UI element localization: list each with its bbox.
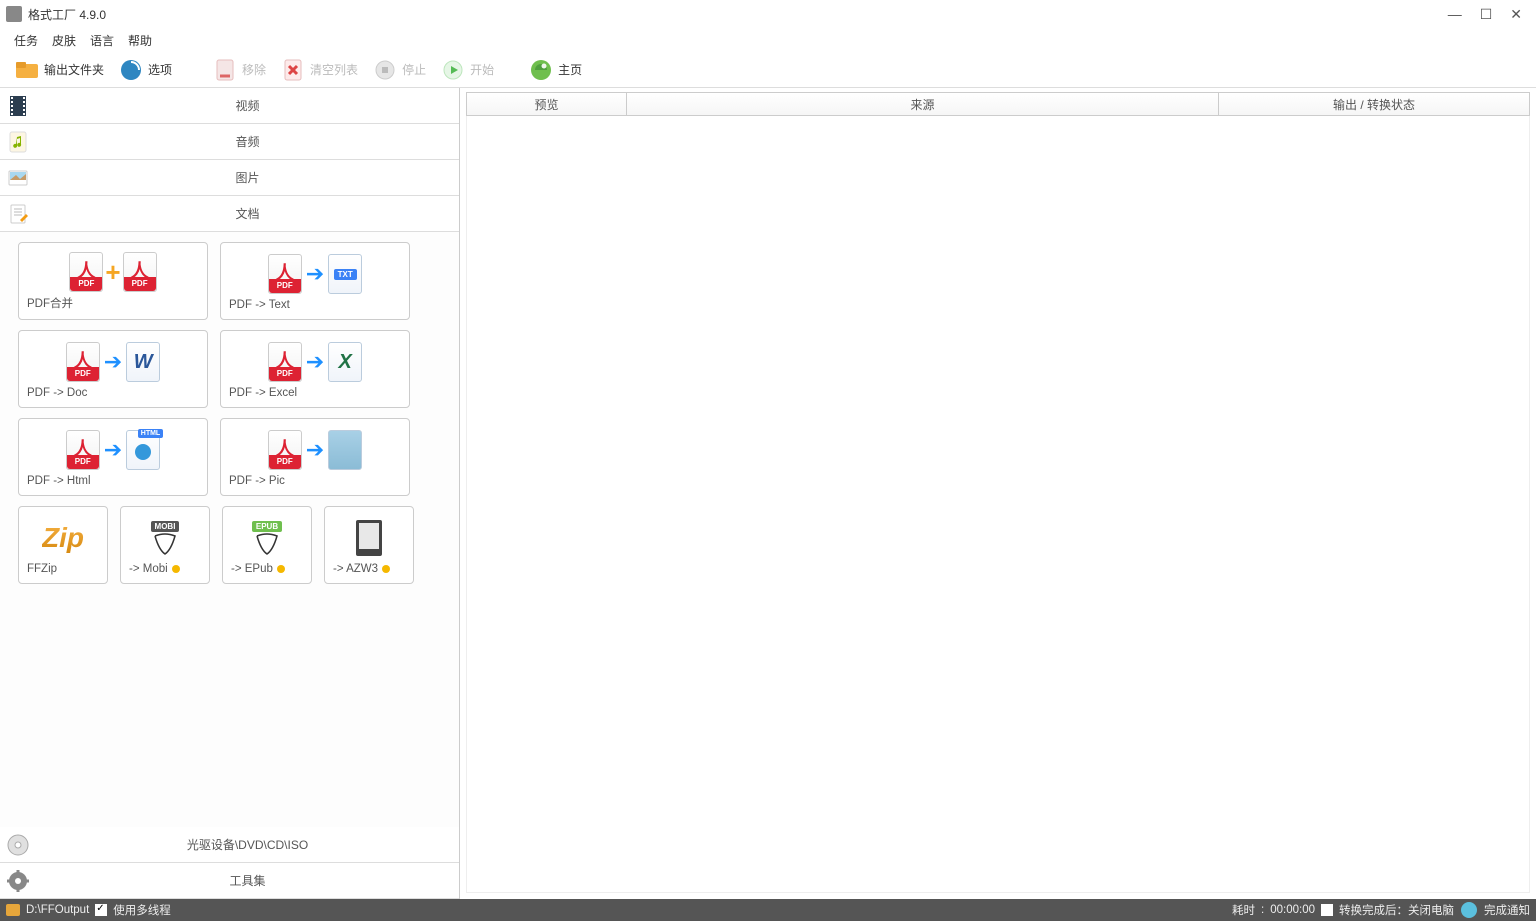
- tile-pdf-text-label: PDF -> Text: [229, 297, 401, 311]
- toolbar-stop-label: 停止: [402, 61, 426, 78]
- task-list-area[interactable]: [466, 116, 1530, 893]
- category-video-label: 视频: [36, 97, 459, 114]
- after-convert-label: 转换完成后：关闭电脑: [1339, 902, 1454, 918]
- toolbar-start[interactable]: 开始: [436, 55, 498, 85]
- minimize-button[interactable]: —: [1448, 6, 1462, 23]
- document-tools-grid: 人 + 人 PDF合并 人 ➔ TXT PDF -> Text: [0, 232, 459, 827]
- category-audio[interactable]: 音频: [0, 124, 459, 160]
- toolbar-home-label: 主页: [558, 61, 582, 78]
- close-button[interactable]: ✕: [1510, 6, 1522, 23]
- multithread-checkbox[interactable]: [95, 904, 107, 916]
- category-rom[interactable]: 光驱设备\DVD\CD\ISO: [0, 827, 459, 863]
- toolbar-clear-label: 清空列表: [310, 61, 358, 78]
- toolbar-options[interactable]: 选项: [114, 55, 176, 85]
- statusbar: D:\FFOutput 使用多线程 耗时 : 00:00:00 转换完成后：关闭…: [0, 899, 1536, 921]
- category-document-label: 文档: [36, 205, 459, 222]
- clear-icon: [280, 57, 306, 83]
- tile-ffzip-label: FFZip: [27, 561, 99, 575]
- tile-pdf-merge-label: PDF合并: [27, 293, 199, 311]
- category-picture-label: 图片: [36, 169, 459, 186]
- tile-pdf-pic[interactable]: 人 ➔ PDF -> Pic: [220, 418, 410, 496]
- dot-indicator-icon: [172, 565, 180, 573]
- menubar: 任务 皮肤 语言 帮助: [0, 28, 1536, 52]
- toolbar-output-folder[interactable]: 输出文件夹: [10, 55, 108, 85]
- picture-icon: [0, 160, 36, 196]
- column-status[interactable]: 输出 / 转换状态: [1219, 93, 1529, 115]
- app-icon: [6, 6, 22, 22]
- notify-label: 完成通知: [1484, 902, 1530, 918]
- tile-epub[interactable]: EPUB -> EPub: [222, 506, 312, 584]
- home-icon: [528, 57, 554, 83]
- category-picture[interactable]: 图片: [0, 160, 459, 196]
- tile-pdf-merge[interactable]: 人 + 人 PDF合并: [18, 242, 208, 320]
- menu-task[interactable]: 任务: [14, 32, 38, 49]
- tile-mobi-label: -> Mobi: [129, 563, 168, 575]
- category-tools-label: 工具集: [36, 872, 459, 889]
- options-icon: [118, 57, 144, 83]
- tile-pdf-pic-label: PDF -> Pic: [229, 473, 401, 487]
- menu-language[interactable]: 语言: [90, 32, 114, 49]
- tile-pdf-html[interactable]: 人 ➔ HTML PDF -> Html: [18, 418, 208, 496]
- tile-mobi[interactable]: MOBI -> Mobi: [120, 506, 210, 584]
- document-icon: [0, 196, 36, 232]
- window-title: 格式工厂 4.9.0: [28, 6, 106, 23]
- tile-pdf-excel[interactable]: 人 ➔ X PDF -> Excel: [220, 330, 410, 408]
- elapsed-label: 耗时: [1232, 902, 1255, 918]
- toolbar-remove-label: 移除: [242, 61, 266, 78]
- category-tools[interactable]: 工具集: [0, 863, 459, 899]
- right-panel: 预览 来源 输出 / 转换状态: [460, 88, 1536, 899]
- notify-icon[interactable]: [1460, 901, 1478, 919]
- toolbar-output-folder-label: 输出文件夹: [44, 61, 104, 78]
- category-video[interactable]: 视频: [0, 88, 459, 124]
- task-list-header: 预览 来源 输出 / 转换状态: [466, 92, 1530, 116]
- toolbar-remove[interactable]: 移除: [208, 55, 270, 85]
- category-document[interactable]: 文档: [0, 196, 459, 232]
- film-icon: [0, 88, 36, 124]
- output-folder-icon[interactable]: [6, 904, 20, 916]
- maximize-button[interactable]: ☐: [1480, 6, 1493, 23]
- toolbar: 输出文件夹 选项 移除 清空列表 停止 开始 主页: [0, 52, 1536, 88]
- tile-pdf-doc-label: PDF -> Doc: [27, 385, 199, 399]
- start-icon: [440, 57, 466, 83]
- tile-pdf-excel-label: PDF -> Excel: [229, 385, 401, 399]
- toolbar-start-label: 开始: [470, 61, 494, 78]
- dot-indicator-icon: [382, 565, 390, 573]
- category-rom-label: 光驱设备\DVD\CD\ISO: [36, 836, 459, 853]
- left-panel: 视频 音频 图片 文档 人 +: [0, 88, 460, 899]
- toolbar-options-label: 选项: [148, 61, 172, 78]
- folder-icon: [14, 57, 40, 83]
- toolbar-clear[interactable]: 清空列表: [276, 55, 362, 85]
- category-audio-label: 音频: [36, 133, 459, 150]
- tile-pdf-doc[interactable]: 人 ➔ W PDF -> Doc: [18, 330, 208, 408]
- column-source[interactable]: 来源: [627, 93, 1219, 115]
- tile-azw3[interactable]: -> AZW3: [324, 506, 414, 584]
- disc-icon: [0, 827, 36, 863]
- music-icon: [0, 124, 36, 160]
- after-convert-checkbox[interactable]: [1321, 904, 1333, 916]
- menu-help[interactable]: 帮助: [128, 32, 152, 49]
- tile-epub-label: -> EPub: [231, 563, 273, 575]
- output-path[interactable]: D:\FFOutput: [26, 904, 89, 916]
- tile-pdf-html-label: PDF -> Html: [27, 473, 199, 487]
- tile-azw3-label: -> AZW3: [333, 563, 378, 575]
- toolbar-home[interactable]: 主页: [524, 55, 586, 85]
- multithread-label: 使用多线程: [113, 902, 171, 918]
- tile-ffzip[interactable]: Zip FFZip: [18, 506, 108, 584]
- tile-pdf-text[interactable]: 人 ➔ TXT PDF -> Text: [220, 242, 410, 320]
- dot-indicator-icon: [277, 565, 285, 573]
- toolbar-stop[interactable]: 停止: [368, 55, 430, 85]
- gear-icon: [0, 863, 36, 899]
- menu-skin[interactable]: 皮肤: [52, 32, 76, 49]
- elapsed-value: 00:00:00: [1270, 904, 1315, 916]
- column-preview[interactable]: 预览: [467, 93, 627, 115]
- stop-icon: [372, 57, 398, 83]
- remove-icon: [212, 57, 238, 83]
